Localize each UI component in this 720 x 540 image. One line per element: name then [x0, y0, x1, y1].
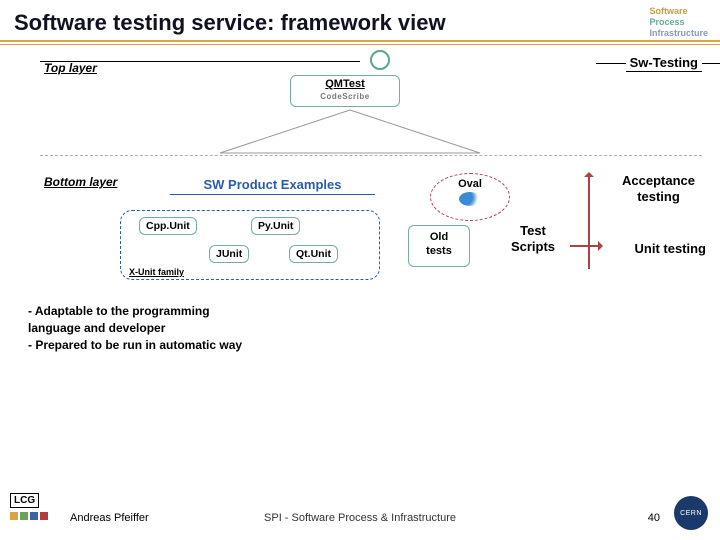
spi-software: Software [649, 6, 687, 16]
slide-header: Software testing service: framework view… [0, 0, 720, 40]
qmtest-label: QMTest [325, 78, 365, 90]
arrow-up [588, 173, 590, 269]
sw-testing-icon [370, 50, 390, 70]
acceptance-testing-label: Acceptance testing [611, 173, 706, 205]
layer-separator [40, 155, 702, 156]
top-layer-line [40, 61, 360, 62]
framework-diagram: Top layer Sw-Testing QMTest CodeScribe B… [0, 45, 720, 405]
pyunit-box: Py.Unit [251, 217, 300, 235]
divider-thick [0, 40, 720, 42]
acceptance-line2: testing [637, 189, 680, 204]
oval-icon [459, 192, 481, 206]
note-line3: - Prepared to be run in automatic way [28, 338, 242, 352]
spi-infrastructure: Infrastructure [649, 28, 708, 38]
old-tests-box: Old tests [408, 225, 470, 267]
notes-block: - Adaptable to the programming language … [28, 303, 358, 354]
note-line1: - Adaptable to the programming [28, 304, 210, 318]
slide-title: Software testing service: framework view [14, 10, 706, 36]
test-scripts-line1: Test [520, 223, 546, 238]
slide-footer: LCG Andreas Pfeiffer SPI - Software Proc… [0, 504, 720, 534]
xunit-family-box: Cpp.Unit Py.Unit JUnit Qt.Unit X-Unit fa… [120, 210, 380, 280]
fanout-connector [200, 105, 500, 155]
acceptance-line1: Acceptance [622, 173, 695, 188]
oval-box: Oval [430, 173, 510, 221]
note-line2: language and developer [28, 321, 165, 335]
sw-testing-label: Sw-Testing [626, 55, 702, 72]
oval-label: Oval [458, 178, 482, 190]
top-layer-label: Top layer [44, 61, 97, 75]
test-scripts-label: Test Scripts [498, 223, 568, 255]
unit-testing-label: Unit testing [635, 241, 707, 256]
cern-logo: CERN [674, 496, 708, 530]
arrow-right [570, 245, 602, 247]
old-tests-line2: tests [426, 245, 452, 257]
qmtest-box: QMTest CodeScribe [290, 75, 400, 107]
codescribe-label: CodeScribe [320, 92, 369, 101]
spi-process: Process [649, 17, 684, 27]
test-scripts-line2: Scripts [511, 239, 555, 254]
old-tests-line1: Old [430, 231, 448, 243]
footer-center: SPI - Software Process & Infrastructure [0, 512, 720, 524]
cppunit-box: Cpp.Unit [139, 217, 197, 235]
junit-box: JUnit [209, 245, 249, 263]
xunit-family-label: X-Unit family [129, 267, 184, 277]
bottom-layer-label: Bottom layer [44, 175, 117, 189]
spi-logo: Software Process Infrastructure [649, 6, 708, 39]
sw-product-examples-label: SW Product Examples [170, 177, 375, 195]
lcg-logo: LCG [10, 493, 39, 508]
page-number: 40 [648, 512, 660, 524]
qtunit-box: Qt.Unit [289, 245, 338, 263]
